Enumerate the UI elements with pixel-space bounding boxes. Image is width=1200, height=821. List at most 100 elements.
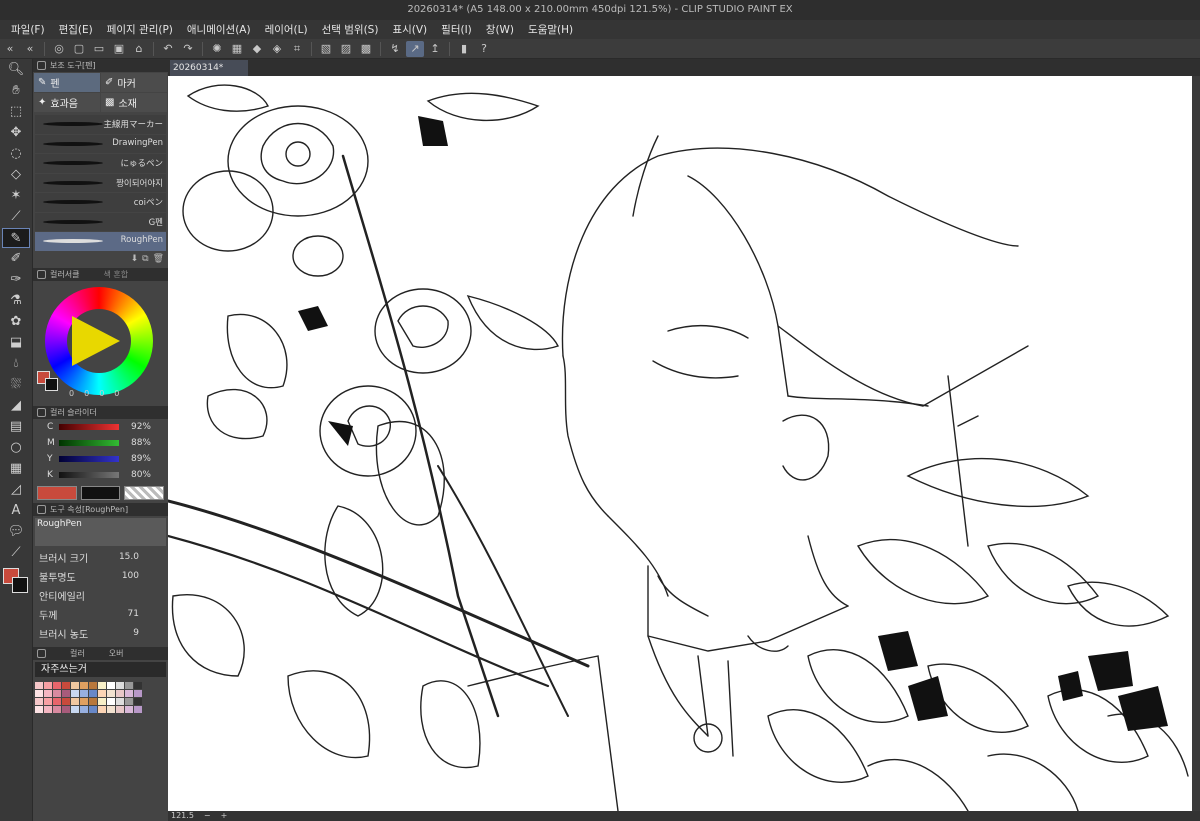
ruler-icon[interactable]: ◿: [2, 480, 30, 500]
palette-swatch[interactable]: [35, 705, 43, 713]
frame-border-icon[interactable]: ▦: [2, 459, 30, 479]
bg-swatch[interactable]: [80, 485, 121, 500]
trash-icon[interactable]: 🗑︎: [153, 254, 164, 268]
tab-pen[interactable]: ✎ 펜: [34, 73, 100, 92]
brush-item-selected[interactable]: RoughPen: [35, 232, 166, 251]
palette-swatch[interactable]: [116, 681, 124, 689]
text-icon[interactable]: A: [2, 501, 30, 521]
palette-swatch[interactable]: [71, 705, 79, 713]
print-icon[interactable]: ⌂: [130, 41, 148, 57]
hand-icon[interactable]: ✋︎: [2, 81, 30, 101]
palette-swatch[interactable]: [89, 681, 97, 689]
tab-marker[interactable]: ✐ 마커: [101, 73, 167, 92]
brush-icon[interactable]: ✑: [2, 270, 30, 290]
undo-icon[interactable]: ↶: [159, 41, 177, 57]
document-tab[interactable]: 20260314* •: [170, 60, 248, 89]
speed-icon[interactable]: ↥: [426, 41, 444, 57]
move-icon[interactable]: ✥: [2, 123, 30, 143]
palette-swatch[interactable]: [98, 705, 106, 713]
prop-antialias[interactable]: 안티에일리: [33, 586, 168, 605]
palette-swatch[interactable]: [44, 705, 52, 713]
new-file-icon[interactable]: ▢: [70, 41, 88, 57]
balloon-icon[interactable]: 💬︎: [2, 522, 30, 542]
brush-item[interactable]: coiペン: [35, 193, 166, 212]
palette-swatch[interactable]: [98, 689, 106, 697]
menu-selection[interactable]: 선택 범위(S): [315, 22, 386, 37]
sub-color-swatch[interactable]: [12, 577, 28, 593]
palette-swatch[interactable]: [125, 705, 133, 713]
palette-swatch[interactable]: [107, 705, 115, 713]
menu-edit[interactable]: 편집(E): [52, 22, 100, 37]
palette-swatch[interactable]: [89, 697, 97, 705]
gradient-icon[interactable]: ▤: [2, 417, 30, 437]
brush-item[interactable]: 짱이되어야지: [35, 173, 166, 192]
pencil-icon[interactable]: ✐: [2, 249, 30, 269]
menu-layer[interactable]: 레이어(L): [258, 22, 315, 37]
duplicate-icon[interactable]: ⧉: [142, 254, 148, 268]
clip-studio-icon[interactable]: ◎: [50, 41, 68, 57]
slider-track-k[interactable]: [59, 471, 119, 478]
menu-help[interactable]: 도움말(H): [521, 22, 580, 37]
palette-swatch[interactable]: [89, 689, 97, 697]
palette-swatch[interactable]: [116, 689, 124, 697]
airbrush-icon[interactable]: ⚗︎: [2, 291, 30, 311]
palette-swatch[interactable]: [125, 681, 133, 689]
save-brush-icon[interactable]: ⬇: [131, 254, 139, 268]
save-icon[interactable]: ▣: [110, 41, 128, 57]
pen-icon[interactable]: ✎: [2, 228, 30, 248]
palette-swatch[interactable]: [71, 697, 79, 705]
slider-k[interactable]: K 80%: [33, 467, 168, 483]
eraser-select-icon[interactable]: ◇: [2, 165, 30, 185]
palette-swatch[interactable]: [80, 689, 88, 697]
palette-swatch[interactable]: [44, 689, 52, 697]
canvas[interactable]: [168, 76, 1192, 811]
palette-swatch[interactable]: [44, 697, 52, 705]
palette-swatch[interactable]: [62, 689, 70, 697]
brush-item[interactable]: DrawingPen: [35, 134, 166, 153]
palette-swatch[interactable]: [107, 681, 115, 689]
transform-icon[interactable]: ⌗: [288, 41, 306, 57]
palette-swatch[interactable]: [80, 705, 88, 713]
snap-special-ruler-icon[interactable]: ▨: [337, 41, 355, 57]
zoom-icon[interactable]: 🔍︎: [2, 60, 30, 80]
snap-grid-icon[interactable]: ▩: [357, 41, 375, 57]
palette-swatch[interactable]: [89, 705, 97, 713]
operation-icon[interactable]: ⬚: [2, 102, 30, 122]
palette-swatch[interactable]: [134, 681, 142, 689]
redo-icon[interactable]: ↷: [179, 41, 197, 57]
palette-swatch[interactable]: [71, 681, 79, 689]
auto-select-icon[interactable]: ✶: [2, 186, 30, 206]
palette-swatch[interactable]: [62, 697, 70, 705]
palette-select[interactable]: 자주쓰는거: [35, 661, 166, 677]
fill-icon[interactable]: ✺: [208, 41, 226, 57]
brush-item[interactable]: G펜: [35, 212, 166, 231]
main-color-swatches[interactable]: [0, 564, 32, 598]
zoom-out-icon[interactable]: −: [204, 811, 211, 821]
palette-swatch[interactable]: [53, 689, 61, 697]
palette-swatch[interactable]: [35, 689, 43, 697]
tab-sound-effect[interactable]: ✦ 효과음: [34, 93, 100, 112]
correct-line-icon[interactable]: ⟋: [2, 543, 30, 563]
open-folder-icon[interactable]: ▭: [90, 41, 108, 57]
palette-swatch[interactable]: [125, 689, 133, 697]
tab-material[interactable]: ▩ 소재: [101, 93, 167, 112]
slider-c[interactable]: C 92%: [33, 419, 168, 435]
palette-swatch[interactable]: [62, 681, 70, 689]
palette-swatch[interactable]: [107, 697, 115, 705]
palette-swatch[interactable]: [53, 705, 61, 713]
palette-swatch[interactable]: [80, 697, 88, 705]
palette-tab-over[interactable]: 오버: [109, 648, 124, 659]
selection-fill-icon[interactable]: ◈: [268, 41, 286, 57]
snap-ruler-icon[interactable]: ▧: [317, 41, 335, 57]
palette-swatch[interactable]: [80, 681, 88, 689]
palette-swatch[interactable]: [125, 697, 133, 705]
palette-swatch[interactable]: [116, 705, 124, 713]
brush-item[interactable]: 主線用マーカー: [35, 115, 166, 134]
palette-swatch[interactable]: [53, 697, 61, 705]
slider-track-y[interactable]: [59, 455, 119, 462]
invert-icon[interactable]: ◆: [248, 41, 266, 57]
zoom-in-icon[interactable]: +: [221, 811, 228, 821]
slider-track-m[interactable]: [59, 439, 119, 446]
palette-swatch[interactable]: [116, 697, 124, 705]
palette-swatch[interactable]: [35, 681, 43, 689]
